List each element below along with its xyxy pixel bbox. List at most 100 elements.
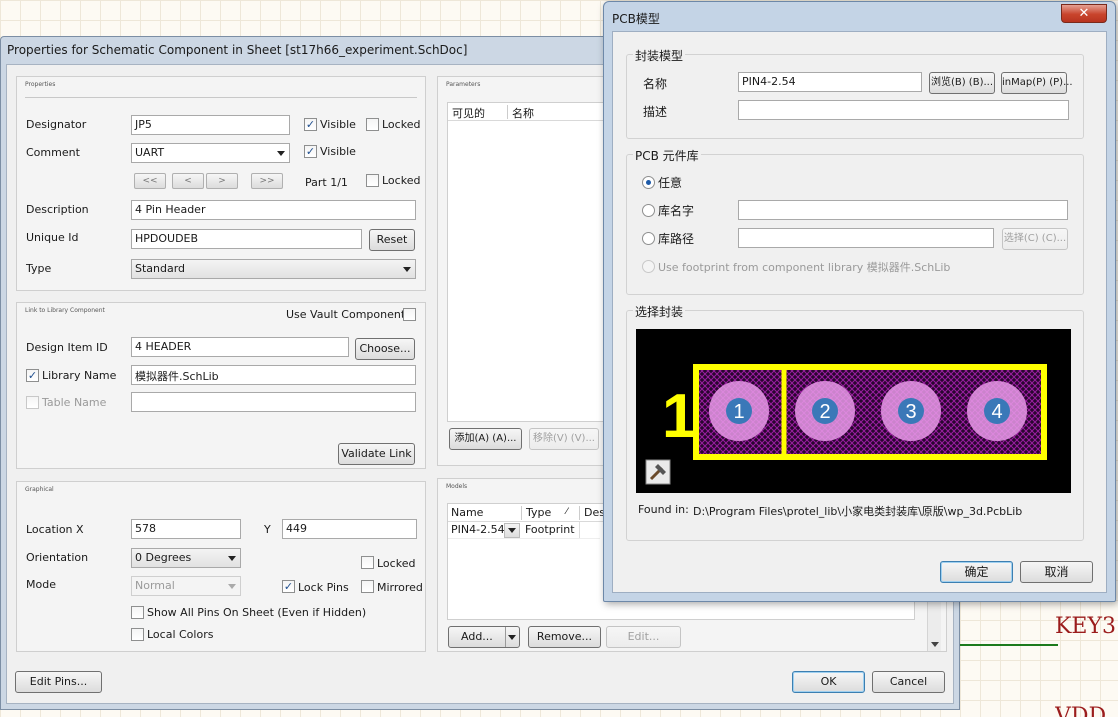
select-library-button[interactable]: 选择(C) (C)...: [1002, 228, 1068, 250]
remove-model-button[interactable]: Remove...: [528, 626, 601, 648]
footprint-desc-label: 描述: [643, 105, 668, 119]
unique-id-input[interactable]: HPDOUDEB: [131, 229, 362, 249]
add-model-dropdown[interactable]: [505, 627, 519, 647]
location-y-input[interactable]: 449: [282, 519, 417, 539]
model-row[interactable]: PIN4-2.54 Footprint: [448, 522, 600, 539]
model-name-cell: PIN4-2.54: [451, 523, 505, 536]
scroll-down-icon[interactable]: [931, 642, 939, 647]
models-scrollbar[interactable]: [927, 601, 941, 651]
col-model-desc-header[interactable]: Des: [584, 506, 605, 519]
add-model-button[interactable]: Add...: [448, 626, 520, 648]
group-caption: 选择封装: [633, 303, 686, 320]
reset-button[interactable]: Reset: [369, 229, 415, 251]
comment-visible-checkbox[interactable]: ✓: [304, 145, 317, 158]
chevron-down-icon: [508, 635, 516, 640]
locked-label: Locked: [382, 174, 421, 187]
footprint-graphic: 1 1 2 3 4: [645, 364, 1047, 485]
location-label: Location X: [26, 523, 84, 536]
design-item-input[interactable]: 4 HEADER: [131, 337, 349, 357]
type-label: Type: [26, 262, 52, 275]
ok-button[interactable]: OK: [792, 671, 865, 693]
col-name-header[interactable]: 名称: [512, 105, 534, 121]
footprint-model-group: 封装模型: [626, 47, 1084, 139]
browse-button[interactable]: 浏览(B) (B)...: [929, 72, 995, 94]
designator-locked-checkbox[interactable]: [366, 118, 379, 131]
use-vault-label: Use Vault Component: [286, 308, 406, 321]
hammer-icon: [645, 459, 671, 485]
designator-input[interactable]: JP5: [131, 115, 290, 135]
type-value: Standard: [135, 262, 186, 275]
lock-pins-checkbox[interactable]: ✓: [282, 580, 295, 593]
column-separator: [521, 506, 522, 520]
lib-path-input[interactable]: [738, 228, 994, 248]
design-item-label: Design Item ID: [26, 341, 108, 354]
pcb-ok-button[interactable]: 确定: [940, 561, 1013, 583]
designator-visible-checkbox[interactable]: ✓: [304, 118, 317, 131]
mode-label: Mode: [26, 578, 56, 591]
local-colors-checkbox[interactable]: [131, 628, 144, 641]
lib-path-label: 库路径: [658, 232, 695, 246]
table-name-input[interactable]: [131, 392, 416, 412]
group-caption: Properties: [25, 81, 56, 88]
pinmap-button[interactable]: inMap(P) (P)...: [1001, 72, 1073, 94]
model-dropdown[interactable]: [504, 523, 520, 538]
lib-name-input[interactable]: [738, 200, 1068, 220]
description-input[interactable]: 4 Pin Header: [131, 200, 416, 220]
next-part-button[interactable]: >: [206, 173, 238, 189]
library-name-checkbox[interactable]: ✓: [26, 369, 39, 382]
table-name-checkbox[interactable]: [26, 396, 39, 409]
parameters-table-header: 可见的 名称: [448, 103, 604, 121]
library-name-input[interactable]: 模拟器件.SchLib: [131, 365, 416, 385]
mirrored-checkbox[interactable]: [361, 580, 374, 593]
choose-button[interactable]: Choose...: [355, 338, 415, 360]
footprint-preview[interactable]: 1 1 2 3 4: [636, 329, 1071, 493]
show-all-pins-label: Show All Pins On Sheet (Even if Hidden): [147, 606, 367, 619]
col-model-name-header[interactable]: Name: [451, 506, 483, 519]
group-caption: Graphical: [25, 486, 54, 493]
edit-pins-button[interactable]: Edit Pins...: [15, 671, 102, 693]
pin1-marker: 1: [662, 382, 696, 451]
footprint-name-label: 名称: [643, 77, 668, 91]
col-model-type-header[interactable]: Type: [526, 506, 551, 519]
location-x-input[interactable]: 578: [131, 519, 241, 539]
orientation-combo[interactable]: 0 Degrees: [131, 548, 241, 568]
use-footprint-radio[interactable]: [642, 260, 655, 273]
first-part-button[interactable]: <<: [134, 173, 166, 189]
edit-model-button[interactable]: Edit...: [606, 626, 681, 648]
graphical-locked-checkbox[interactable]: [361, 556, 374, 569]
lock-pins-label: Lock Pins: [298, 581, 349, 594]
cancel-button[interactable]: Cancel: [872, 671, 945, 693]
visible-label: Visible: [320, 145, 356, 158]
lib-name-radio[interactable]: [642, 204, 655, 217]
col-visible-header[interactable]: 可见的: [452, 105, 485, 121]
pad-number: 2: [819, 401, 830, 423]
comment-combo[interactable]: UART: [131, 143, 290, 163]
chevron-down-icon: [508, 528, 516, 533]
use-vault-checkbox[interactable]: [403, 308, 416, 321]
local-colors-label: Local Colors: [147, 628, 214, 641]
footprint-name-input[interactable]: PIN4-2.54: [738, 72, 922, 92]
show-all-pins-checkbox[interactable]: [131, 606, 144, 619]
any-radio[interactable]: [642, 176, 655, 189]
pad-4: 4: [967, 381, 1027, 441]
locked-label: Locked: [377, 557, 416, 570]
add-parameter-button[interactable]: 添加(A) (A)...: [449, 428, 522, 450]
part-locked-checkbox[interactable]: [366, 174, 379, 187]
add-model-label: Add...: [461, 630, 493, 643]
last-part-button[interactable]: >>: [251, 173, 283, 189]
type-combo[interactable]: Standard: [131, 259, 416, 279]
validate-link-button[interactable]: Validate Link: [338, 443, 415, 465]
mode-combo[interactable]: Normal: [131, 576, 241, 596]
pad-2: 2: [795, 381, 855, 441]
column-separator: [507, 105, 508, 119]
lib-name-label: 库名字: [658, 204, 695, 218]
pcb-cancel-button[interactable]: 取消: [1020, 561, 1093, 583]
prev-part-button[interactable]: <: [172, 173, 204, 189]
lib-path-radio[interactable]: [642, 232, 655, 245]
pcb-dialog-title: PCB模型: [612, 12, 660, 26]
close-icon[interactable]: ✕: [1061, 4, 1107, 23]
remove-parameter-button[interactable]: 移除(V) (V)...: [529, 428, 599, 450]
parameters-table[interactable]: [447, 102, 605, 422]
footprint-desc-input[interactable]: [738, 100, 1069, 120]
group-caption: 封装模型: [633, 47, 686, 64]
